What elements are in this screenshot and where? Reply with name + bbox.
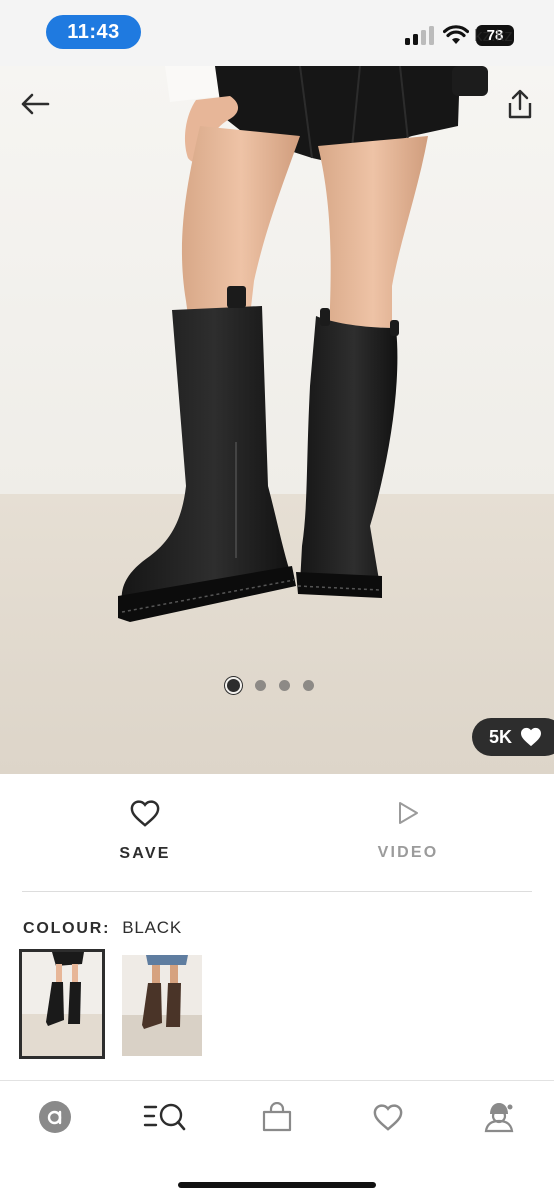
image-pagination bbox=[225, 676, 314, 694]
nav-home[interactable] bbox=[30, 1097, 80, 1137]
pagination-dot-active[interactable] bbox=[225, 676, 242, 694]
product-actions: SAVE VIDEO bbox=[0, 774, 554, 892]
nav-bag[interactable] bbox=[252, 1097, 302, 1137]
status-bar: 11:43 78 kz.kz bbox=[0, 0, 554, 66]
search-icon bbox=[143, 1103, 186, 1131]
account-icon bbox=[484, 1103, 514, 1133]
colour-value: BLACK bbox=[122, 918, 183, 937]
nav-saved[interactable] bbox=[363, 1097, 413, 1137]
colour-key: COLOUR: bbox=[23, 920, 111, 937]
colour-swatch-black[interactable] bbox=[19, 949, 105, 1059]
colour-selector-label: COLOUR: BLACK bbox=[23, 918, 182, 938]
status-time: 11:43 bbox=[46, 15, 141, 49]
pagination-dot[interactable] bbox=[255, 679, 266, 691]
likes-badge[interactable]: 5K bbox=[472, 718, 554, 756]
pagination-dot[interactable] bbox=[279, 679, 290, 691]
share-button[interactable] bbox=[500, 86, 540, 122]
colour-swatch-brown[interactable] bbox=[122, 955, 202, 1056]
video-label: VIDEO bbox=[377, 844, 439, 861]
swatch-image-brown bbox=[122, 955, 202, 1056]
home-indicator bbox=[178, 1182, 376, 1188]
pagination-dot[interactable] bbox=[303, 679, 314, 691]
nav-search[interactable] bbox=[140, 1097, 190, 1137]
heart-outline-icon bbox=[130, 800, 160, 827]
signal-icon bbox=[405, 26, 434, 45]
swatch-image-black bbox=[22, 952, 102, 1056]
home-icon bbox=[39, 1101, 71, 1133]
section-divider bbox=[22, 891, 532, 892]
watermark: kz.kz bbox=[474, 26, 513, 45]
likes-count: 5K bbox=[489, 726, 513, 747]
product-photo bbox=[0, 66, 554, 774]
arrow-left-icon bbox=[21, 93, 50, 115]
save-label: SAVE bbox=[119, 845, 171, 862]
back-button[interactable] bbox=[16, 88, 54, 120]
nav-account[interactable] bbox=[474, 1097, 524, 1137]
video-button[interactable]: VIDEO bbox=[348, 800, 468, 862]
play-icon bbox=[399, 802, 418, 824]
heart-filled-icon bbox=[521, 727, 542, 747]
share-icon bbox=[508, 89, 532, 119]
saved-icon bbox=[373, 1103, 403, 1131]
wifi-icon bbox=[443, 25, 469, 44]
bag-icon bbox=[262, 1102, 292, 1132]
save-button[interactable]: SAVE bbox=[85, 800, 205, 863]
product-image-gallery[interactable]: 5K bbox=[0, 66, 554, 774]
